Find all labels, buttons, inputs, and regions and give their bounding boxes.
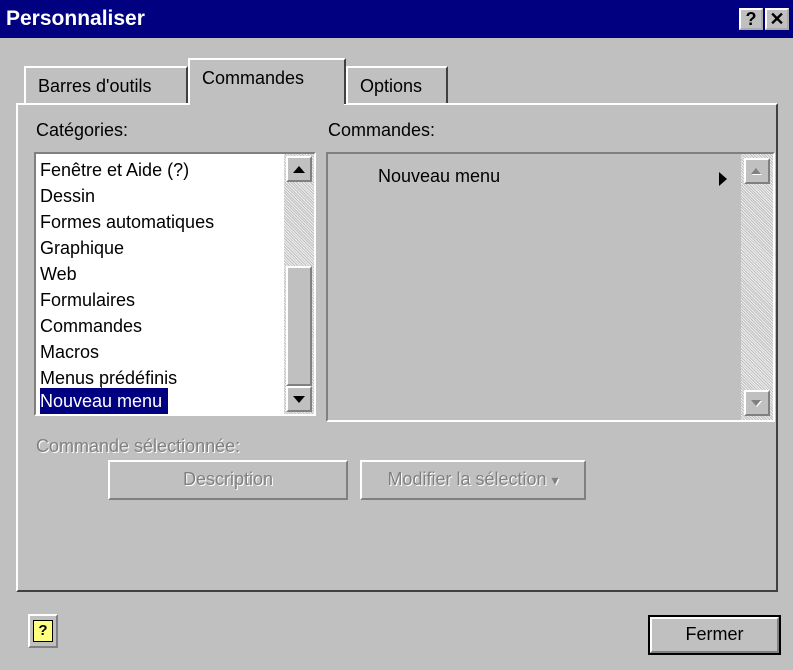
commands-scrollbar[interactable] <box>741 154 773 420</box>
close-icon: ✕ <box>769 9 785 29</box>
command-item-new-menu[interactable]: Nouveau menu <box>378 166 500 187</box>
help-tip-button[interactable]: ? <box>28 614 58 648</box>
window-title: Personnaliser <box>6 7 145 30</box>
categories-listbox[interactable]: Fenêtre et Aide (?) Dessin Formes automa… <box>34 152 316 416</box>
title-bar[interactable]: Personnaliser ? ✕ <box>0 0 793 38</box>
arrow-up-disabled-icon <box>751 168 762 175</box>
list-item[interactable]: Commandes <box>40 313 142 339</box>
active-tab-joint <box>190 102 344 106</box>
commands-scroll-down-button[interactable] <box>744 390 770 416</box>
scroll-down-button[interactable] <box>286 386 312 412</box>
modify-selection-label: Modifier la sélection <box>387 469 547 489</box>
commands-scroll-up-button[interactable] <box>744 158 770 184</box>
close-dialog-button-label: Fermer <box>685 624 744 644</box>
commands-listbox[interactable]: Nouveau menu <box>326 152 775 422</box>
commands-label: Commandes: <box>328 120 436 140</box>
scroll-thumb[interactable] <box>286 266 312 386</box>
arrow-up-icon <box>293 166 305 173</box>
close-dialog-button[interactable]: Fermer <box>648 615 781 655</box>
tab-toolbars-label: Barres d'outils <box>38 76 152 96</box>
tab-options[interactable]: Options <box>346 66 448 104</box>
dropdown-arrow-icon: ▾ <box>551 472 559 488</box>
tab-options-label: Options <box>360 76 423 96</box>
list-item[interactable]: Macros <box>40 339 99 365</box>
scroll-up-button[interactable] <box>286 156 312 182</box>
description-button-label: Description <box>182 469 274 489</box>
list-item[interactable]: Formes automatiques <box>40 209 214 235</box>
description-button[interactable]: Description <box>108 460 348 500</box>
list-item[interactable]: Graphique <box>40 235 124 261</box>
modify-selection-button[interactable]: Modifier la sélection ▾ <box>360 460 586 500</box>
tab-toolbars[interactable]: Barres d'outils <box>24 66 188 104</box>
list-item[interactable]: Formulaires <box>40 287 135 313</box>
categories-label: Catégories: <box>36 120 129 140</box>
submenu-arrow-icon <box>719 172 727 186</box>
help-question-icon: ? <box>33 620 53 642</box>
arrow-down-icon <box>293 396 305 403</box>
question-icon: ? <box>745 9 757 29</box>
tab-commands-label: Commandes <box>202 68 305 88</box>
close-button[interactable]: ✕ <box>765 8 789 30</box>
list-item[interactable]: Web <box>40 261 77 287</box>
tab-commands[interactable]: Commandes <box>188 58 346 104</box>
help-button[interactable]: ? <box>739 8 763 30</box>
arrow-down-disabled-icon <box>751 400 762 407</box>
list-item-selected[interactable]: Nouveau menu <box>38 387 170 415</box>
list-item[interactable]: Dessin <box>40 183 95 209</box>
selected-command-label: Commande sélectionnée: <box>36 436 241 456</box>
list-item[interactable]: Fenêtre et Aide (?) <box>40 157 189 183</box>
customize-dialog: Personnaliser ? ✕ Barres d'outils Comman… <box>0 0 793 670</box>
